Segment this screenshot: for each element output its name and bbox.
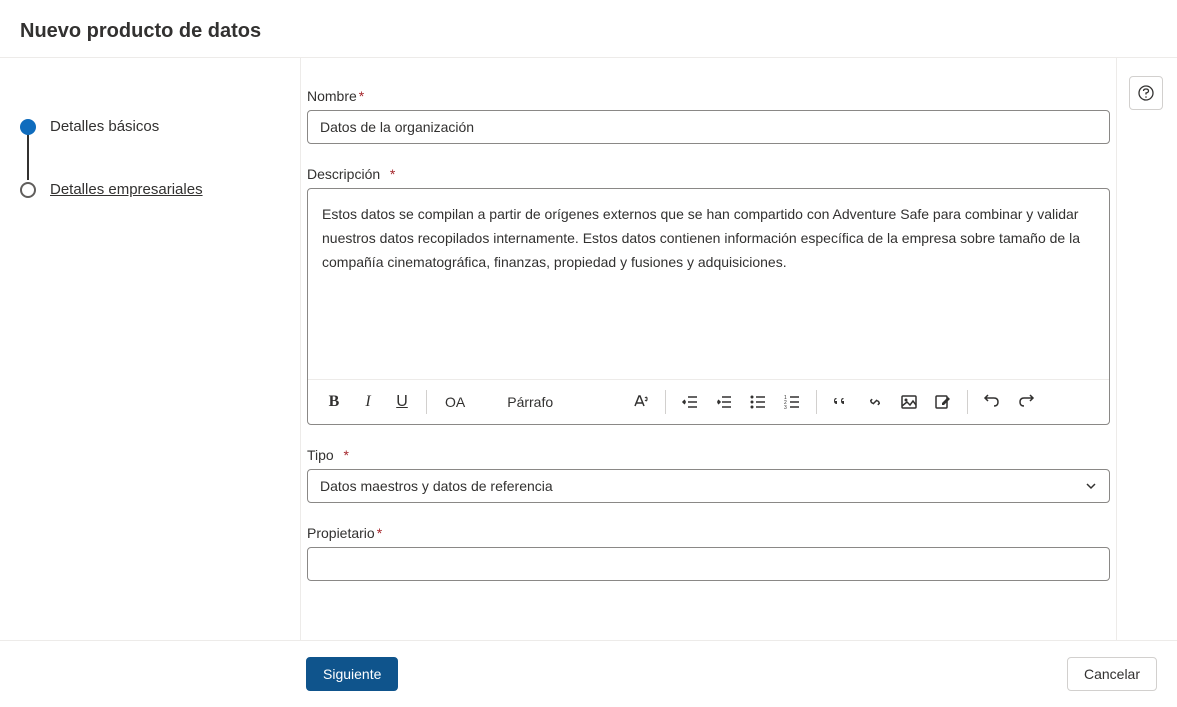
toolbar-divider [967,390,968,414]
undo-button[interactable] [976,386,1008,418]
link-icon [866,393,884,411]
bold-button[interactable]: B [318,386,350,418]
numbered-list-icon: 123 [783,393,801,411]
page-header: Nuevo producto de datos [0,0,1177,58]
redo-icon [1017,393,1035,411]
form-content: Nombre* Descripción * Estos datos se com… [300,58,1117,640]
step-label: Detalles empresariales [50,181,203,198]
cancel-button[interactable]: Cancelar [1067,657,1157,691]
help-icon [1137,84,1155,102]
next-button[interactable]: Siguiente [306,657,398,691]
step-inactive-icon [20,182,36,198]
owner-label: Propietario* [307,525,1110,541]
toolbar-divider [816,390,817,414]
numbered-list-button[interactable]: 123 [776,386,808,418]
increase-indent-icon [715,393,733,411]
decrease-indent-icon [681,393,699,411]
required-asterisk: * [377,525,382,541]
wizard-steps-sidebar: Detalles básicos Detalles empresariales [0,58,300,640]
description-textarea[interactable]: Estos datos se compilan a partir de oríg… [308,189,1109,379]
help-button[interactable] [1129,76,1163,110]
description-editor: Estos datos se compilan a partir de oríg… [307,188,1110,425]
redo-button[interactable] [1010,386,1042,418]
paragraph-picker[interactable]: Párrafo [497,394,563,410]
increase-indent-button[interactable] [708,386,740,418]
image-button[interactable] [893,386,925,418]
font-picker[interactable]: OA [435,394,475,410]
edit-icon [934,393,952,411]
owner-input[interactable] [307,547,1110,581]
decrease-indent-button[interactable] [674,386,706,418]
name-label: Nombre* [307,88,1110,104]
underline-button[interactable]: U [386,386,418,418]
edit-button[interactable] [927,386,959,418]
toolbar-divider [665,390,666,414]
link-button[interactable] [859,386,891,418]
text-effects-icon [632,393,650,411]
italic-button[interactable]: I [352,386,384,418]
type-label: Tipo * [307,447,1110,463]
step-label: Detalles básicos [50,118,159,135]
bullet-list-button[interactable] [742,386,774,418]
quote-icon [832,393,850,411]
step-basic-details[interactable]: Detalles básicos [20,118,280,181]
svg-text:3: 3 [784,405,787,411]
name-input[interactable] [307,110,1110,144]
description-label: Descripción * [307,166,1110,182]
required-asterisk: * [390,166,395,182]
page-title: Nuevo producto de datos [20,20,1157,43]
step-connector [27,134,29,180]
editor-toolbar: B I U OA Párrafo [308,379,1109,424]
step-business-details[interactable]: Detalles empresariales [20,181,280,198]
undo-icon [983,393,1001,411]
image-icon [900,393,918,411]
bullet-list-icon [749,393,767,411]
help-column [1117,58,1177,640]
toolbar-divider [426,390,427,414]
step-active-icon [20,119,36,135]
text-effects-button[interactable] [625,386,657,418]
required-asterisk: * [344,447,349,463]
quote-button[interactable] [825,386,857,418]
wizard-footer: Siguiente Cancelar [0,640,1177,707]
type-select[interactable]: Datos maestros y datos de referencia [307,469,1110,503]
required-asterisk: * [359,88,364,104]
